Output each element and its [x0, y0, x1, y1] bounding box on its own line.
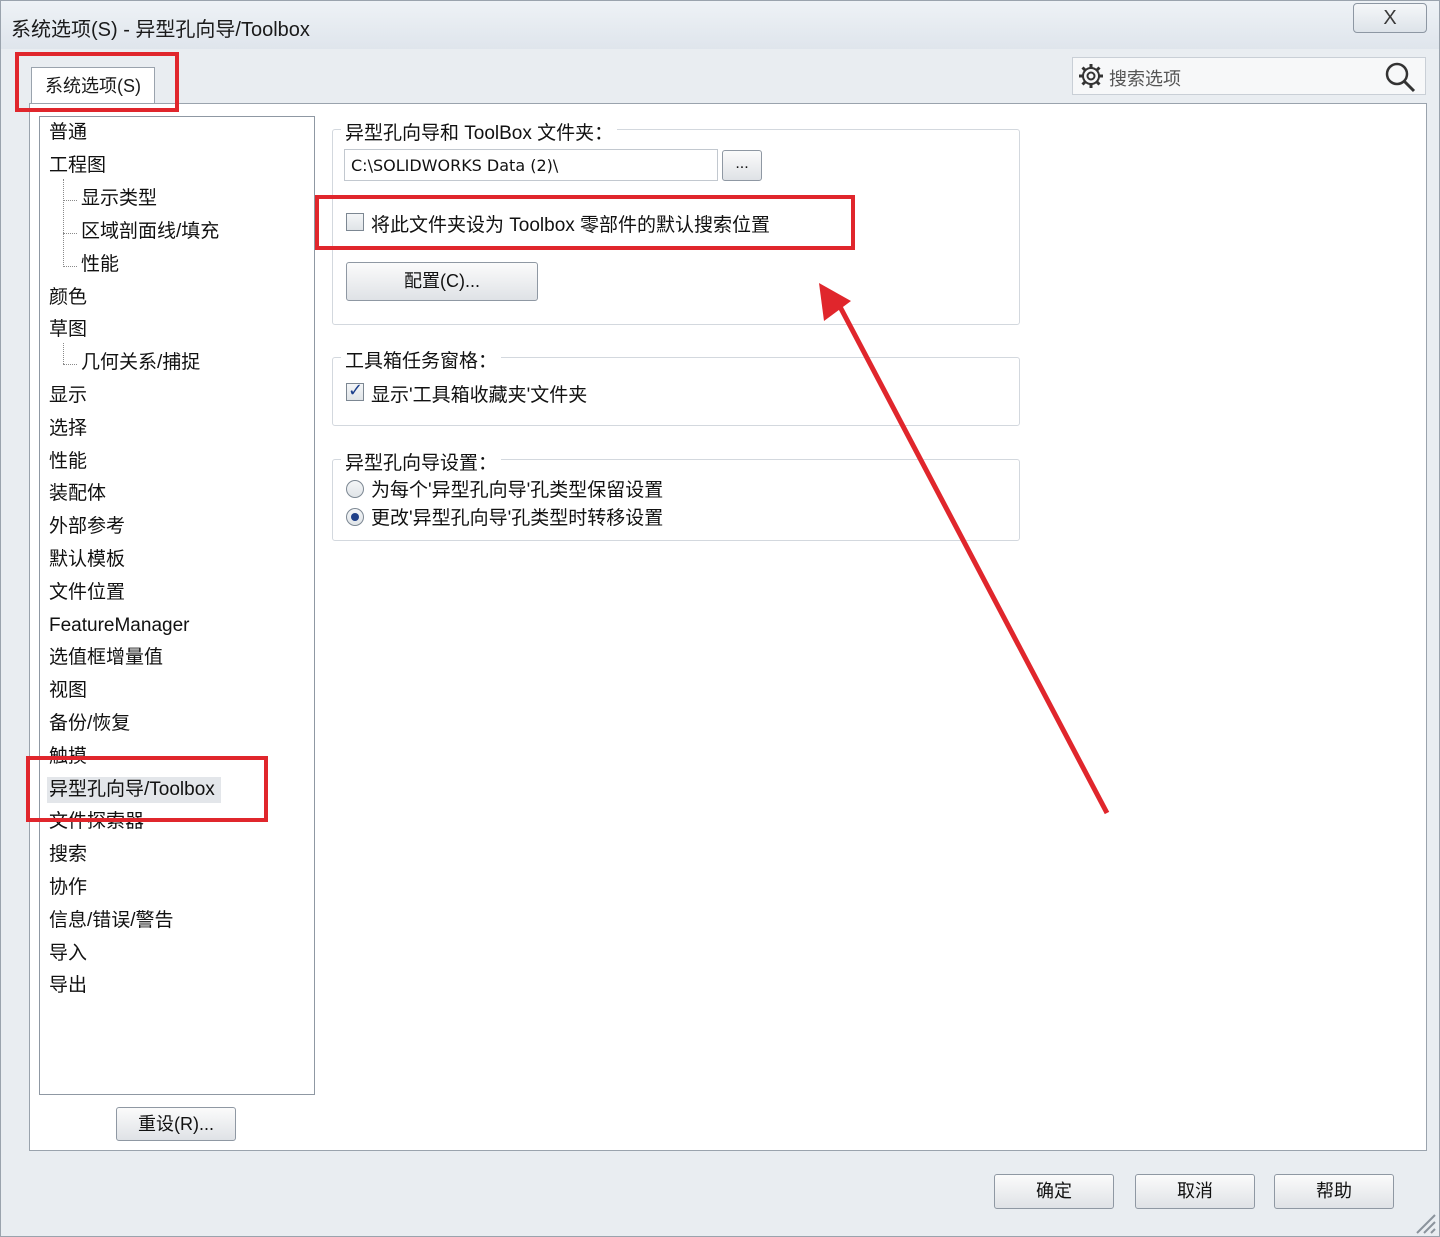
cancel-button[interactable]: 取消	[1135, 1174, 1255, 1209]
title-bar: 系统选项(S) - 异型孔向导/Toolbox X	[1, 1, 1439, 49]
options-dialog: 系统选项(S) - 异型孔向导/Toolbox X 系统选项(S) 搜索选项 普…	[0, 0, 1440, 1237]
show-favorites-checkbox[interactable]: ✓	[346, 380, 364, 401]
checkmark-icon: ✓	[348, 380, 364, 400]
tree-connector	[63, 343, 64, 364]
search-options-field[interactable]: 搜索选项	[1072, 57, 1426, 95]
browse-button[interactable]: ...	[722, 150, 762, 181]
tree-item[interactable]: 几何关系/捕捉	[81, 350, 200, 376]
resize-grip-icon[interactable]	[1411, 1209, 1437, 1235]
tree-item[interactable]: 显示类型	[81, 186, 157, 212]
tree-item[interactable]: 普通	[49, 120, 87, 146]
tree-item[interactable]: 草图	[49, 317, 87, 343]
close-button[interactable]: X	[1353, 3, 1427, 33]
annotation-box-tab	[15, 52, 179, 112]
folder-path-input[interactable]: C:\SOLIDWORKS Data (2)\	[344, 149, 718, 181]
folder-group-title: 异型孔向导和 ToolBox 文件夹：	[341, 118, 618, 145]
radio-keep-settings-label: 为每个'异型孔向导'孔类型保留设置	[371, 480, 664, 501]
annotation-box-checkbox	[315, 195, 855, 250]
tree-item[interactable]: 选值框增量值	[49, 645, 163, 671]
tree-connector	[63, 179, 64, 267]
tree-item[interactable]: FeatureManager	[49, 613, 189, 639]
tree-item[interactable]: 默认模板	[49, 547, 125, 573]
tree-item[interactable]: 导入	[49, 941, 87, 967]
search-icon[interactable]	[1383, 60, 1417, 94]
radio-transfer-settings[interactable]	[346, 508, 364, 526]
tree-connector	[63, 233, 77, 234]
radio-transfer-settings-label: 更改'异型孔向导'孔类型时转移设置	[371, 508, 664, 529]
tree-item[interactable]: 性能	[81, 252, 119, 278]
tree-connector	[63, 200, 77, 201]
tree-item[interactable]: 颜色	[49, 285, 87, 311]
hole-wizard-group-title: 异型孔向导设置：	[341, 448, 502, 475]
window-title: 系统选项(S) - 异型孔向导/Toolbox	[11, 19, 310, 41]
show-favorites-label: 显示'工具箱收藏夹'文件夹	[371, 385, 588, 406]
tree-item[interactable]: 协作	[49, 875, 87, 901]
tree-item[interactable]: 工程图	[49, 153, 106, 179]
tree-item[interactable]: 备份/恢复	[49, 711, 130, 737]
taskpane-group-title: 工具箱任务窗格：	[341, 346, 502, 373]
radio-selected-dot	[351, 513, 359, 521]
tree-item[interactable]: 性能	[49, 449, 87, 475]
configure-button[interactable]: 配置(C)...	[346, 262, 538, 301]
tree-item[interactable]: 视图	[49, 678, 87, 704]
tree-item[interactable]: 导出	[49, 973, 87, 999]
tree-item[interactable]: 显示	[49, 383, 87, 409]
radio-keep-settings[interactable]	[346, 480, 364, 498]
ok-button[interactable]: 确定	[994, 1174, 1114, 1209]
search-placeholder: 搜索选项	[1109, 69, 1181, 89]
tree-item[interactable]: 信息/错误/警告	[49, 908, 174, 934]
tree-connector	[63, 364, 77, 365]
options-tree[interactable]: 普通 工程图 显示类型 区域剖面线/填充 性能 颜色 草图 几何关系/捕捉 显示…	[39, 116, 315, 1095]
tree-item[interactable]: 搜索	[49, 842, 87, 868]
help-button[interactable]: 帮助	[1274, 1174, 1394, 1209]
reset-button[interactable]: 重设(R)...	[116, 1107, 236, 1141]
gear-icon[interactable]	[1077, 62, 1105, 90]
close-icon: X	[1383, 7, 1397, 29]
tree-connector	[63, 266, 77, 267]
tree-item[interactable]: 文件位置	[49, 580, 125, 606]
tree-item[interactable]: 装配体	[49, 481, 106, 507]
annotation-box-tree-item	[26, 756, 268, 822]
tree-item[interactable]: 区域剖面线/填充	[81, 219, 219, 245]
tree-item[interactable]: 外部参考	[49, 514, 125, 540]
tree-item[interactable]: 选择	[49, 416, 87, 442]
